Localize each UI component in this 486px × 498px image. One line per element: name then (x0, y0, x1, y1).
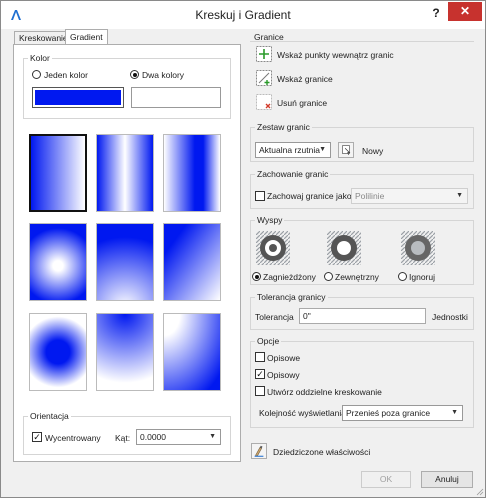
color-group: Kolor (23, 53, 231, 119)
retain-boundaries-label: Zachowaj granice jako (267, 191, 352, 201)
angle-value: 0.0000 (140, 432, 166, 442)
object-type-value: Polilinie (355, 191, 385, 201)
gradient-swatch-linear[interactable] (29, 134, 87, 212)
centered-label: Wycentrowany (45, 433, 101, 443)
gradient-swatch-inverted-spherical[interactable] (29, 313, 87, 391)
gradient-swatch-curved[interactable] (163, 223, 221, 301)
gradient-swatch-hemispherical[interactable] (96, 223, 154, 301)
draw-order-dropdown[interactable]: Przenieś poza granice ▼ (342, 405, 463, 421)
island-ignore-radio[interactable] (398, 272, 407, 281)
ok-button[interactable]: OK (361, 471, 411, 488)
gradient-swatch-inverted-cylinder[interactable] (163, 134, 221, 212)
gradient-swatch-cylinder[interactable] (96, 134, 154, 212)
options-legend: Opcje (257, 336, 280, 346)
boundary-set-value: Aktualna rzutnia (259, 145, 320, 155)
associative-label: Opisowy (267, 370, 300, 380)
islands-legend: Wyspy (257, 215, 283, 225)
associative-checkbox[interactable]: ✓ (255, 369, 265, 379)
annotative-label: Opisowe (267, 353, 301, 363)
chevron-down-icon: ▼ (209, 433, 216, 440)
boundaries-divider (250, 41, 474, 42)
separate-hatches-label: Utwórz oddzielne kreskowanie (267, 387, 382, 397)
tab-hatch[interactable]: Kreskowanie (14, 31, 73, 45)
separate-hatches-checkbox[interactable] (255, 386, 265, 396)
two-colors-label: Dwa kolory (142, 70, 185, 80)
tolerance-input[interactable]: 0" (299, 308, 426, 324)
select-objects-icon[interactable] (256, 70, 272, 86)
island-nested-label: Zagnieżdżony (263, 272, 316, 282)
resize-grip-icon[interactable] (475, 487, 484, 496)
chevron-down-icon: ▼ (319, 146, 326, 153)
new-boundary-set-label: Nowy (362, 146, 384, 156)
retain-boundaries-checkbox[interactable] (255, 191, 265, 201)
gradient-swatch-inverted-hemispherical[interactable] (96, 313, 154, 391)
island-outer-label: Zewnętrzny (335, 272, 379, 282)
title-bar: Kreskuj i Gradient ? ✕ (1, 1, 485, 29)
window-title: Kreskuj i Gradient (195, 8, 291, 22)
remove-boundaries-label[interactable]: Usuń granice (277, 98, 327, 108)
object-type-dropdown[interactable]: Polilinie ▼ (351, 188, 468, 204)
island-nested-radio[interactable] (252, 272, 261, 281)
draw-order-label: Kolejność wyświetlania (259, 408, 346, 418)
draw-order-value: Przenieś poza granice (346, 408, 431, 418)
centered-checkbox[interactable]: ✓ (32, 432, 42, 442)
retain-boundaries-legend: Zachowanie granic (257, 169, 329, 179)
inherit-properties-icon[interactable] (251, 443, 267, 459)
cancel-button[interactable]: Anuluj (421, 471, 473, 488)
inherit-properties-label[interactable]: Dziedziczone właściwości (273, 447, 370, 457)
island-nested-icon[interactable] (256, 231, 290, 265)
island-ignore-icon[interactable] (401, 231, 435, 265)
close-button[interactable]: ✕ (448, 2, 482, 21)
island-outer-icon[interactable] (327, 231, 361, 265)
color-one-button[interactable] (32, 87, 124, 108)
hatch-gradient-dialog: Kreskuj i Gradient ? ✕ Kreskowanie Gradi… (0, 0, 486, 498)
select-objects-label[interactable]: Wskaż granice (277, 74, 333, 84)
two-colors-radio[interactable] (130, 70, 139, 79)
annotative-checkbox[interactable] (255, 352, 265, 362)
tolerance-label: Tolerancja (255, 312, 294, 322)
remove-boundaries-icon[interactable] (256, 94, 272, 110)
color-legend: Kolor (30, 53, 50, 63)
new-boundary-set-icon[interactable] (338, 142, 354, 158)
one-color-radio[interactable] (32, 70, 41, 79)
tolerance-legend: Tolerancja granicy (257, 292, 326, 302)
gradient-swatch-spherical[interactable] (29, 223, 87, 301)
chevron-down-icon: ▼ (456, 192, 463, 199)
island-ignore-label: Ignoruj (409, 272, 435, 282)
orientation-legend: Orientacja (30, 411, 69, 421)
boundary-set-legend: Zestaw granic (257, 122, 310, 132)
tolerance-unit: Jednostki (432, 312, 468, 322)
chevron-down-icon: ▼ (451, 409, 458, 416)
island-outer-radio[interactable] (324, 272, 333, 281)
angle-label: Kąt: (115, 433, 131, 443)
color-two-button[interactable] (131, 87, 221, 108)
pick-points-label[interactable]: Wskaż punkty wewnątrz granic (277, 50, 394, 60)
angle-dropdown[interactable]: 0.0000 ▼ (136, 429, 221, 445)
gradient-swatch-inverted-curved[interactable] (163, 313, 221, 391)
help-button[interactable]: ? (429, 3, 443, 23)
pick-points-icon[interactable] (256, 46, 272, 62)
one-color-label: Jeden kolor (44, 70, 88, 80)
tab-gradient[interactable]: Gradient (65, 29, 108, 45)
boundary-set-dropdown[interactable]: Aktualna rzutnia ▼ (255, 142, 331, 158)
